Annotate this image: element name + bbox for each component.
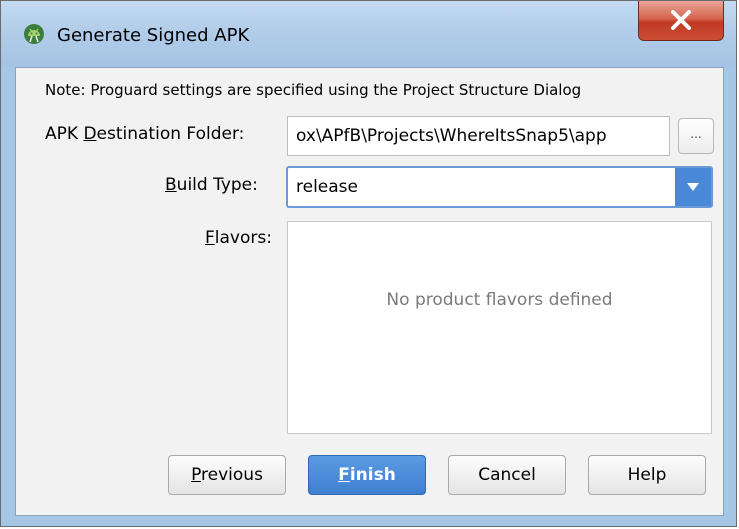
label-text: uild Type: xyxy=(176,175,258,195)
button-label: inish xyxy=(349,465,396,485)
build-type-value: release xyxy=(296,177,358,197)
cancel-button[interactable]: Cancel xyxy=(448,455,566,495)
chevron-down-icon xyxy=(687,183,699,191)
close-button[interactable] xyxy=(638,1,724,41)
title-bar[interactable]: Generate Signed APK xyxy=(1,1,736,67)
destination-folder-label: APK Destination Folder: xyxy=(45,124,244,144)
destination-folder-field[interactable]: ox\APfB\Projects\WhereItsSnap5\app xyxy=(287,116,670,156)
label-mnemonic: D xyxy=(83,124,97,144)
label-text: APK xyxy=(45,124,84,144)
dropdown-button[interactable] xyxy=(675,168,711,206)
android-studio-icon xyxy=(24,24,44,44)
generate-signed-apk-dialog: Generate Signed APK Note: Proguard setti… xyxy=(0,0,737,527)
finish-button[interactable]: Finish xyxy=(308,455,426,495)
browse-button[interactable]: ... xyxy=(678,118,714,154)
button-mnemonic: P xyxy=(191,465,202,485)
label-mnemonic: B xyxy=(165,175,177,195)
proguard-note: Note: Proguard settings are specified us… xyxy=(45,81,582,99)
label-mnemonic: F xyxy=(205,228,215,248)
flavors-list[interactable]: No product flavors defined xyxy=(287,221,712,434)
flavors-label: Flavors: xyxy=(205,228,272,248)
build-type-select[interactable]: release xyxy=(286,166,713,208)
label-text: estination Folder: xyxy=(96,124,245,144)
label-text: lavors: xyxy=(214,228,272,248)
help-button[interactable]: Help xyxy=(588,455,706,495)
flavors-empty-text: No product flavors defined xyxy=(386,290,613,310)
close-icon xyxy=(671,10,691,30)
dialog-title: Generate Signed APK xyxy=(57,25,250,46)
previous-button[interactable]: Previous xyxy=(168,455,286,495)
button-mnemonic: F xyxy=(338,465,350,485)
button-label: revious xyxy=(201,465,263,485)
dialog-content: Note: Proguard settings are specified us… xyxy=(15,67,724,516)
build-type-label: Build Type: xyxy=(165,175,258,195)
